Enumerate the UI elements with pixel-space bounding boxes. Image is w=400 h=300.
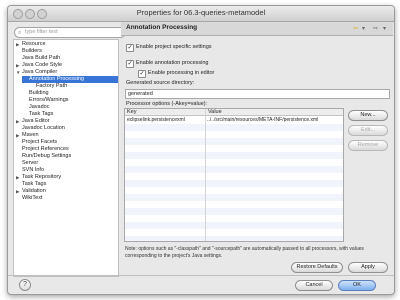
generated-dir-input[interactable]: generated (125, 89, 390, 99)
table-row-empty (125, 187, 343, 194)
cancel-button[interactable]: Cancel (295, 280, 333, 291)
table-row-empty (125, 201, 343, 208)
tree-item-validation[interactable]: Validation (22, 188, 117, 195)
table-row-empty (125, 124, 343, 131)
tree-item-project-facets[interactable]: Project Facets (22, 139, 117, 146)
properties-window: Properties for 06.3-queries-metamodel ⌕ … (7, 5, 395, 295)
processor-options-table[interactable]: Key Value eclipselink.persistencexml ../… (124, 108, 344, 242)
processor-options-label: Processor options (-Akey=value): (126, 101, 208, 107)
table-row-empty (125, 215, 343, 222)
column-divider (205, 109, 206, 241)
tree-item-project-references[interactable]: Project References (22, 146, 117, 153)
table-row-empty (125, 236, 343, 241)
title-bar: Properties for 06.3-queries-metamodel (8, 6, 394, 22)
expand-triangle-icon[interactable]: ▶ (16, 63, 19, 69)
table-row-empty (125, 194, 343, 201)
tree-item-svn-info[interactable]: SVN Info (22, 167, 117, 174)
remove-button[interactable]: Remove (348, 140, 388, 151)
table-cell-value: ../../src/main/resources/META-INF/persis… (207, 117, 319, 123)
back-arrow-icon[interactable]: ⇦ (353, 25, 358, 32)
tree-item-building[interactable]: Building (29, 90, 117, 97)
expand-triangle-icon[interactable]: ▶ (16, 133, 19, 139)
tree-item-javadoc[interactable]: Javadoc (29, 104, 117, 111)
table-row-empty (125, 208, 343, 215)
page-header: Annotation Processing ⇦ ▾ ⇨ ▾ (121, 22, 393, 36)
edit-button[interactable]: Edit... (348, 125, 388, 136)
tree-item-task-tags[interactable]: Task Tags (22, 181, 117, 188)
tree-item-server[interactable]: Server (22, 160, 117, 167)
forward-arrow-icon[interactable]: ⇨ (373, 25, 378, 32)
tree-item-java-compiler[interactable]: Java Compiler (22, 69, 117, 76)
filter-input[interactable]: ⌕ type filter text (14, 27, 126, 38)
apply-button[interactable]: Apply (348, 262, 388, 273)
tree-item-task-tags-compiler[interactable]: Task Tags (29, 111, 117, 118)
table-row-empty (125, 159, 343, 166)
column-header-key[interactable]: Key (125, 109, 205, 116)
back-menu-chevron-icon[interactable]: ▾ (362, 25, 365, 32)
tree-item-java-code-style[interactable]: Java Code Style (22, 62, 117, 69)
restore-defaults-button[interactable]: Restore Defaults (291, 262, 343, 273)
table-row-empty (125, 229, 343, 236)
expand-triangle-icon[interactable]: ▶ (16, 175, 19, 181)
tree-item-annotation-processing[interactable]: Annotation Processing (22, 76, 118, 83)
processor-note: Note: options such as "-classpath" and "… (125, 246, 364, 259)
table-row-empty (125, 222, 343, 229)
tree-item-javadoc-location[interactable]: Javadoc Location (22, 125, 117, 132)
settings-panel: Annotation Processing ⇦ ▾ ⇨ ▾ ✓ Enable p… (121, 22, 393, 274)
tree-item-maven[interactable]: Maven (22, 132, 117, 139)
project-specific-checkbox[interactable]: ✓ (126, 44, 134, 52)
table-row-empty (125, 131, 343, 138)
help-icon[interactable]: ? (19, 279, 31, 291)
enable-in-editor-label: Enable processing in editor (148, 70, 215, 76)
tree-item-resource[interactable]: Resource (22, 41, 117, 48)
filter-placeholder: type filter text (25, 29, 58, 35)
tree-item-wikitext[interactable]: WikiText (22, 195, 117, 202)
collapse-triangle-icon[interactable]: ▼ (16, 70, 20, 75)
window-title: Properties for 06.3-queries-metamodel (136, 8, 266, 17)
tree-item-java-editor[interactable]: Java Editor (22, 118, 117, 125)
expand-triangle-icon[interactable]: ▶ (16, 119, 19, 125)
tree-item-run-debug-settings[interactable]: Run/Debug Settings (22, 153, 117, 160)
column-header-value[interactable]: Value (205, 109, 343, 116)
project-specific-label: Enable project specific settings (136, 44, 212, 50)
table-row-empty (125, 145, 343, 152)
expand-triangle-icon[interactable]: ▶ (16, 42, 19, 48)
page-title: Annotation Processing (126, 24, 198, 31)
enable-in-editor-checkbox[interactable]: ✓ (138, 70, 146, 78)
table-row-empty (125, 152, 343, 159)
enable-processing-label: Enable annotation processing (136, 60, 209, 66)
table-row-empty (125, 166, 343, 173)
forward-menu-chevron-icon[interactable]: ▾ (383, 25, 386, 32)
preferences-tree[interactable]: ▶ Resource Builders Java Build Path ▶ Ja… (13, 39, 119, 277)
generated-dir-label: Generated source directory: (126, 80, 195, 86)
tree-item-task-repository[interactable]: Task Repository (22, 174, 117, 181)
table-row-empty (125, 138, 343, 145)
search-icon: ⌕ (18, 30, 22, 36)
table-cell-key: eclipselink.persistencexml (127, 117, 185, 123)
dialog-footer: ? Cancel OK (8, 276, 394, 294)
new-button[interactable]: New... (348, 110, 388, 121)
enable-processing-checkbox[interactable]: ✓ (126, 60, 134, 68)
tree-item-java-build-path[interactable]: Java Build Path (22, 55, 117, 62)
tree-item-errors-warnings[interactable]: Errors/Warnings (29, 97, 117, 104)
tree-item-builders[interactable]: Builders (22, 48, 117, 55)
table-row[interactable]: eclipselink.persistencexml ../../src/mai… (125, 117, 343, 124)
tree-item-factory-path[interactable]: Factory Path (36, 83, 117, 90)
expand-triangle-icon[interactable]: ▶ (16, 189, 19, 195)
table-row-empty (125, 173, 343, 180)
ok-button[interactable]: OK (338, 280, 376, 291)
table-row-empty (125, 180, 343, 187)
